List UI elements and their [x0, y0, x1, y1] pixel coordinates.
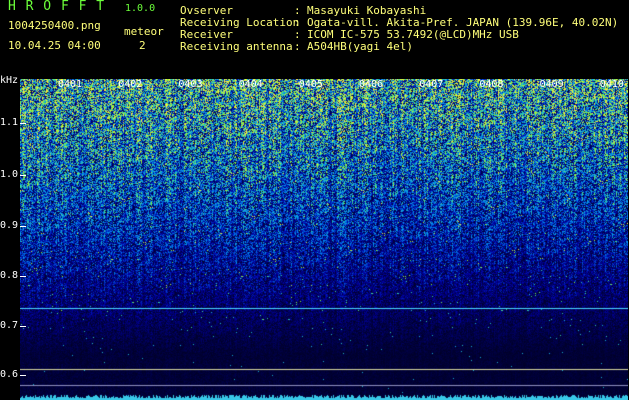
spectrogram-canvas: [20, 79, 628, 400]
info-key-antenna: Receiving antenna: [180, 40, 293, 53]
header-panel: H R O F F T 1.0.0 1004250400.png 10.04.2…: [0, 0, 629, 78]
minute-marker: 0405: [298, 79, 323, 90]
y-tick-mark: [20, 276, 26, 277]
y-tick-label: 0.8: [0, 270, 19, 281]
y-tick-label: 0.9: [0, 220, 19, 231]
y-tick-mark: [20, 226, 26, 227]
y-tick-mark: [20, 175, 26, 176]
meteor-label: meteor: [124, 25, 164, 38]
info-sep: :: [294, 40, 301, 53]
minute-marker: 0409: [539, 79, 564, 90]
y-tick-label: 0.6: [0, 369, 19, 380]
y-axis-unit: kHz: [0, 75, 19, 86]
file-name: 1004250400.png: [8, 19, 101, 32]
y-tick-label: 1.0: [0, 169, 19, 180]
minute-marker: 0407: [419, 79, 444, 90]
minute-marker: 0408: [479, 79, 504, 90]
app-title: H R O F F T: [8, 0, 106, 14]
minute-marker: 0404: [238, 79, 263, 90]
spectrogram-panel: [20, 79, 628, 400]
y-tick-mark: [20, 326, 26, 327]
app-version: 1.0.0: [125, 3, 156, 14]
minute-marker: 0410: [599, 79, 624, 90]
file-datetime: 10.04.25 04:00: [8, 39, 101, 52]
y-tick-label: 0.7: [0, 320, 19, 331]
minute-marker: 0403: [178, 79, 203, 90]
minute-marker: 0402: [118, 79, 143, 90]
minute-marker: 0406: [359, 79, 384, 90]
minute-marker: 0401: [58, 79, 83, 90]
y-tick-label: 1.1: [0, 117, 19, 128]
meteor-count: 2: [139, 39, 146, 52]
info-value-antenna: A504HB(yagi 4el): [307, 40, 413, 53]
y-tick-mark: [20, 375, 26, 376]
y-tick-mark: [20, 123, 26, 124]
